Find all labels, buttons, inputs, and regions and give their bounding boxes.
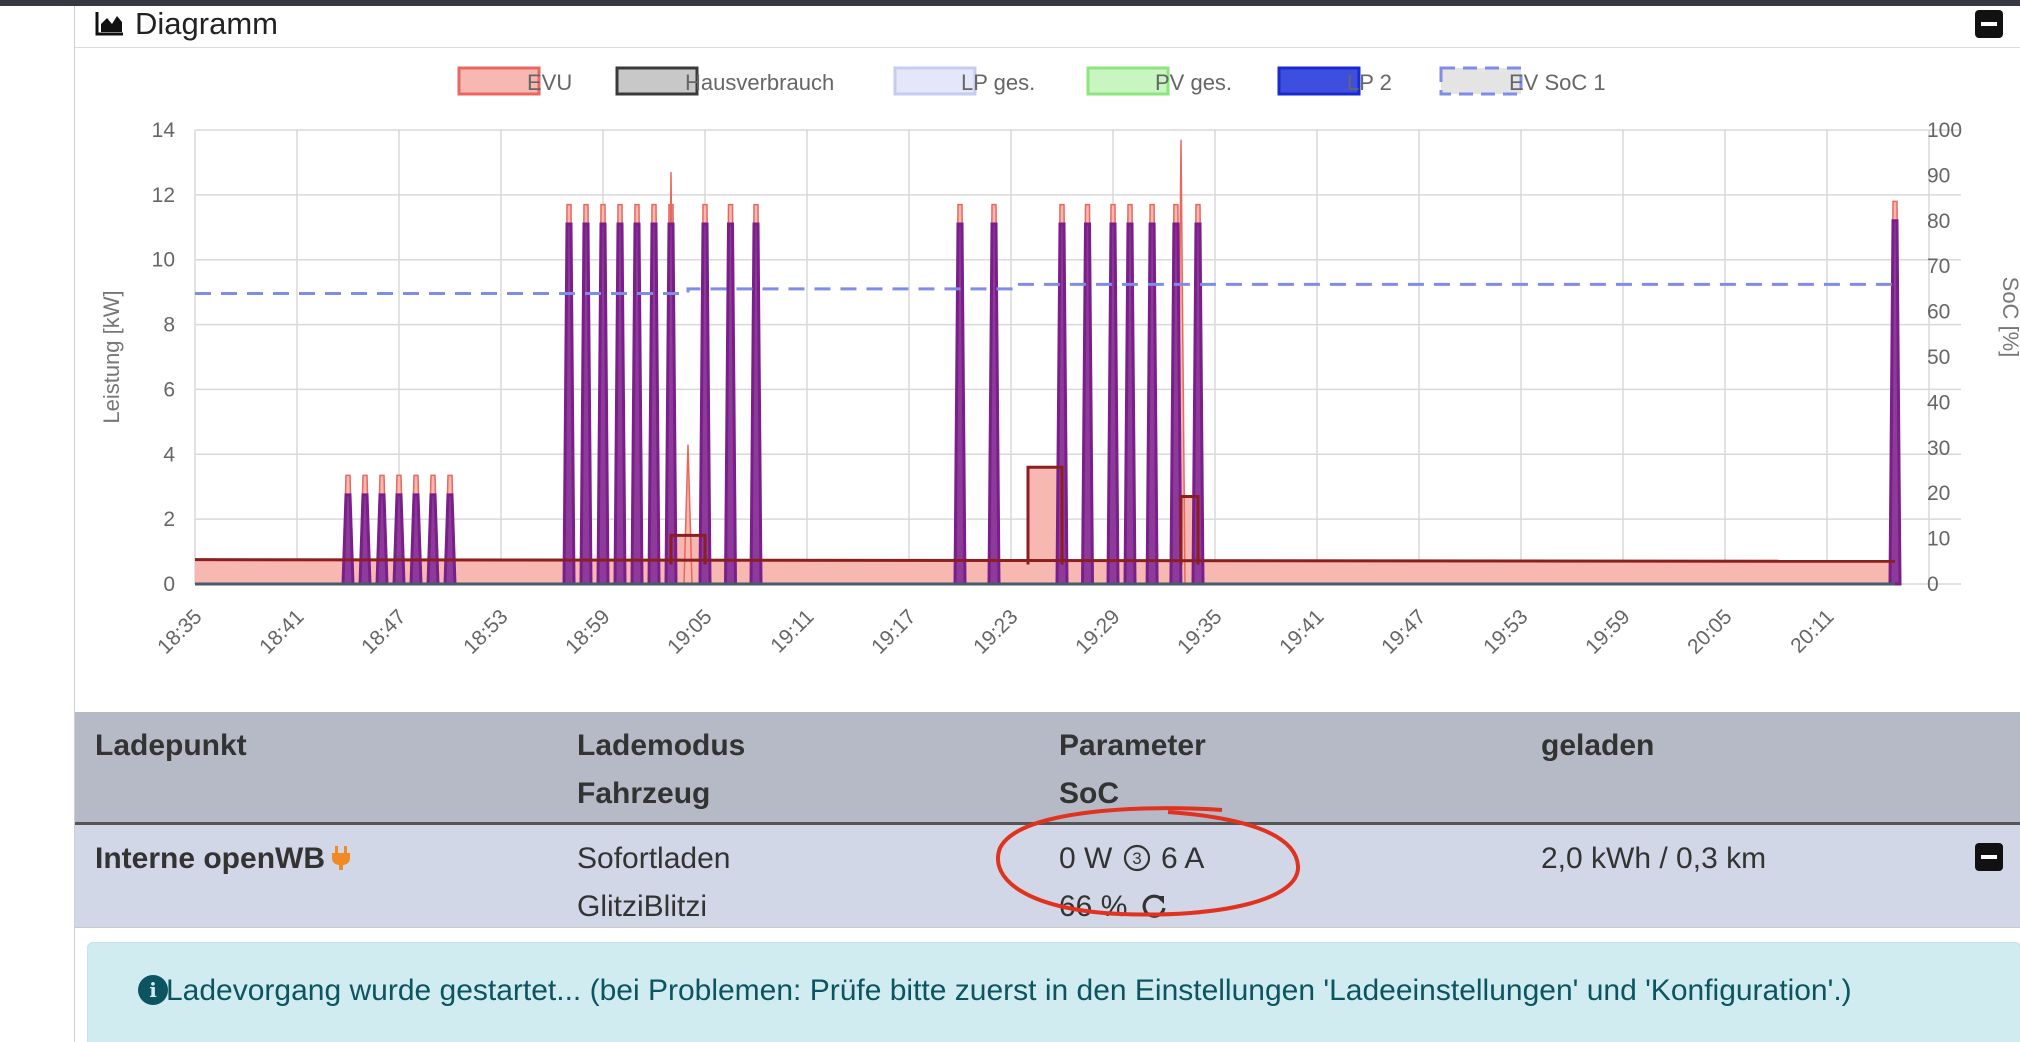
phases-count: 3 [1132, 849, 1141, 868]
parameter-value: 0 W 3 6 A [1059, 839, 1204, 879]
lademodus-value[interactable]: Sofortladen [577, 839, 730, 879]
fahrzeug-value: GlitziBlitzi [577, 890, 708, 923]
y-axis-label-right: SoC [%] [1998, 277, 2020, 358]
x-tick-label: 19:53 [1479, 605, 1532, 658]
x-tick-label: 20:05 [1683, 605, 1736, 658]
y-tick-label-left: 0 [163, 573, 175, 596]
y-tick-label-right: 20 [1927, 482, 1950, 505]
x-tick-label: 18:35 [153, 605, 206, 658]
x-tick-label: 19:41 [1275, 605, 1328, 658]
info-alert: i Ladevorgang wurde gestartet... (bei Pr… [87, 942, 2020, 1042]
x-tick-label: 19:05 [663, 605, 716, 658]
soc-line [195, 282, 1895, 295]
area-chart-icon [95, 12, 123, 36]
ladepunkt-label: Interne openWB [95, 842, 325, 875]
power-value: 0 W [1059, 842, 1113, 875]
info-icon: i [138, 975, 168, 1005]
y-tick-label-right: 10 [1927, 528, 1950, 551]
evu-peak [683, 444, 693, 585]
alert-message: Ladevorgang wurde gestartet... (bei Prob… [166, 974, 1852, 1007]
x-tick-label: 19:47 [1377, 605, 1430, 658]
y-tick-label-right: 60 [1927, 301, 1950, 324]
x-tick-label: 18:47 [357, 605, 410, 658]
soc-value: 66 % [1059, 890, 1128, 923]
legend-label: LP 2 [1347, 70, 1392, 95]
legend-label: PV ges. [1155, 70, 1232, 95]
x-tick-label: 19:59 [1581, 605, 1634, 658]
y-tick-label-left: 12 [152, 184, 175, 207]
phases-icon: 3 [1123, 844, 1150, 872]
card-header: Diagramm [75, 6, 2020, 48]
card-title: Diagramm [135, 6, 278, 41]
y-tick-label-right: 80 [1927, 210, 1950, 233]
ladepunkt-name: Interne openWB [95, 839, 351, 879]
y-tick-label-right: 0 [1927, 573, 1939, 596]
lp2-pulses [341, 219, 1902, 586]
geladen-value: 2,0 kWh / 0,3 km [1541, 842, 1767, 875]
y-axis-label-left: Leistung [kW] [99, 290, 124, 423]
table-row[interactable]: Interne openWB Sofortladen GlitziBlitzi … [75, 824, 2020, 928]
y-tick-label-right: 50 [1927, 346, 1950, 369]
refresh-icon[interactable] [1140, 892, 1168, 920]
power-chart: EVU Hausverbrauch LP ges. PV ges. LP 2 EV SoC… [75, 56, 2020, 716]
y-tick-label-left: 2 [163, 508, 175, 531]
evu-pulses [342, 200, 1901, 585]
x-tick-label: 18:53 [459, 605, 512, 658]
legend-label: EVU [527, 70, 572, 95]
header-lademodus: Lademodus [577, 729, 746, 762]
legend-label: EV SoC 1 [1509, 70, 1606, 95]
y-tick-label-right: 70 [1927, 255, 1950, 278]
header-soc: SoC [1059, 777, 1119, 810]
legend-label: LP ges. [961, 70, 1035, 95]
chart-series [194, 139, 1902, 586]
y-tick-label-left: 14 [152, 119, 176, 142]
legend-label: Hausverbrauch [685, 70, 834, 95]
x-tick-label: 20:11 [1786, 605, 1838, 657]
chart-legend: EVU Hausverbrauch LP ges. PV ges. LP 2 EV SoC… [457, 66, 1606, 96]
x-tick-label: 18:41 [255, 605, 308, 658]
y-tick-label-right: 90 [1927, 164, 1950, 187]
collapse-chart-button[interactable] [1975, 10, 2003, 38]
soc-value-cell: 66 % [1059, 887, 1168, 927]
house-line [194, 558, 1896, 563]
current-value: 6 A [1161, 842, 1205, 875]
chart-svg: EVU Hausverbrauch LP ges. PV ges. LP 2 EV SoC… [99, 66, 2020, 659]
plug-icon [332, 846, 350, 870]
y-tick-label-left: 4 [163, 443, 175, 466]
header-ladepunkt: Ladepunkt [95, 729, 247, 762]
x-tick-label: 19:23 [969, 605, 1022, 658]
y-tick-label-right: 100 [1927, 119, 1962, 142]
charge-table-header: Ladepunkt Lademodus Fahrzeug Parameter S… [75, 712, 2020, 824]
x-tick-label: 19:11 [766, 605, 818, 657]
y-tick-label-right: 30 [1927, 437, 1950, 460]
y-tick-label-left: 8 [163, 314, 175, 337]
x-tick-label: 18:59 [561, 605, 614, 658]
header-fahrzeug: Fahrzeug [577, 777, 711, 810]
diagram-card: Diagramm EVU Hausverbrauch LP ges. PV ges. L… [74, 6, 2020, 1042]
y-tick-label-left: 10 [152, 249, 175, 272]
x-tick-label: 19:17 [867, 605, 920, 658]
y-tick-label-left: 6 [163, 378, 175, 401]
x-tick-label: 19:29 [1071, 605, 1124, 658]
x-tick-label: 19:35 [1173, 605, 1226, 658]
header-parameter: Parameter [1059, 729, 1206, 762]
y-tick-label-right: 40 [1927, 391, 1950, 414]
collapse-row-button[interactable] [1975, 843, 2003, 871]
header-geladen: geladen [1541, 729, 1655, 762]
chart-grid [194, 129, 1961, 585]
